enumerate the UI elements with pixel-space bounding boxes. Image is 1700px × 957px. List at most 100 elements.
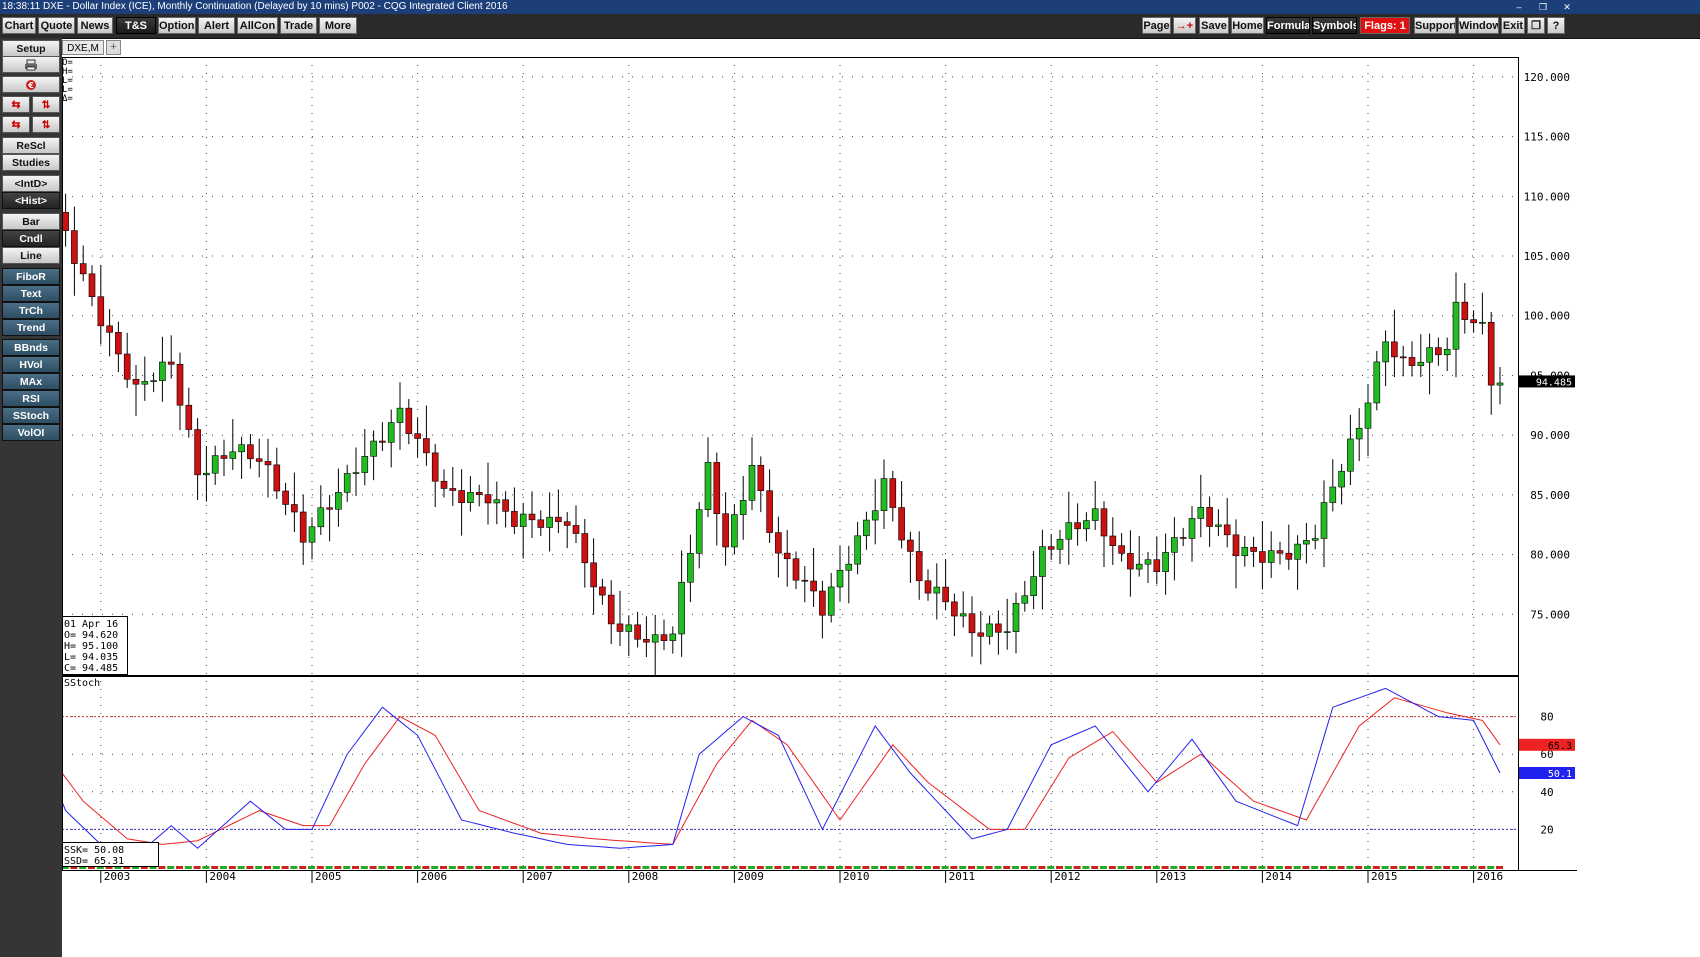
candle-body (379, 440, 386, 443)
symbols-button[interactable]: Symbols (1312, 17, 1357, 34)
month-marker (677, 866, 685, 869)
candle-body (792, 558, 800, 581)
candle-body (713, 462, 721, 515)
zoom-horizontal-icon[interactable]: ⇆ (2, 116, 30, 133)
month-marker (1478, 866, 1486, 869)
options-button[interactable]: Options (158, 17, 196, 34)
month-marker (660, 866, 667, 869)
close-icon[interactable]: ✕ (1560, 1, 1574, 13)
candle-body (458, 490, 465, 503)
candle-body (1311, 538, 1319, 541)
candle-body (819, 590, 826, 616)
save-button[interactable]: Save (1199, 17, 1229, 34)
chart-tab[interactable]: DXE,M (62, 40, 104, 55)
month-marker (220, 866, 227, 869)
zoom-vertical-icon[interactable]: ⇅ (32, 116, 60, 133)
page-add-icon[interactable]: →+ (1173, 17, 1196, 34)
historical-volatility-button[interactable]: HVol (2, 356, 60, 373)
alert-button[interactable]: Alert (198, 17, 235, 34)
month-marker (695, 866, 703, 869)
year-tick-label: 2005 (315, 870, 342, 883)
candle-body (775, 532, 782, 554)
price-chart[interactable]: 75.00080.00085.00090.00095.000100.000105… (62, 57, 1577, 883)
month-marker (158, 866, 166, 869)
month-marker (360, 866, 368, 869)
restore-layout-icon[interactable]: ❐ (1527, 17, 1545, 34)
chart-button[interactable]: Chart (2, 17, 36, 34)
candle-body (1206, 507, 1213, 527)
restore-icon[interactable]: ❐ (1536, 1, 1550, 13)
candle-body (1479, 321, 1486, 324)
line-type-button[interactable]: Line (2, 247, 60, 264)
month-marker (404, 866, 412, 869)
month-marker (563, 866, 571, 869)
info-low: L= 94.035 (64, 652, 118, 663)
month-marker (906, 866, 914, 869)
candle-body (1127, 553, 1134, 570)
ssk-last-value: 50.1 (1548, 769, 1572, 780)
rescale-button[interactable]: ReScl (2, 137, 60, 154)
candle-body (1109, 535, 1117, 546)
candle-body (660, 634, 668, 641)
volume-oi-button[interactable]: VolOI (2, 424, 60, 441)
month-marker (1372, 866, 1380, 869)
trade-button[interactable]: Trade (280, 17, 317, 34)
rsi-button[interactable]: RSI (2, 390, 60, 407)
support-button[interactable]: Support (1414, 17, 1456, 34)
window-title-bar: 18:38:11 DXE - Dollar Index (ICE), Month… (0, 0, 1700, 14)
month-marker (272, 866, 280, 869)
month-marker (545, 866, 553, 869)
candle-body (1435, 347, 1442, 356)
chart-sidebar: Setup € ⇆ ⇅ ⇆ ⇅ ReScl Studies <IntD> <Hi… (0, 38, 62, 957)
setup-button[interactable]: Setup (2, 40, 60, 57)
formula-button[interactable]: Formula (1266, 17, 1310, 34)
minimize-icon[interactable]: – (1512, 1, 1526, 13)
studies-button[interactable]: Studies (2, 154, 60, 171)
bar-type-button[interactable]: Bar (2, 213, 60, 230)
home-button[interactable]: Home (1231, 17, 1264, 34)
trend-channel-button[interactable]: TrCh (2, 302, 60, 319)
text-tool-button[interactable]: Text (2, 285, 60, 302)
moving-average-button[interactable]: MAx (2, 373, 60, 390)
month-marker (1302, 866, 1310, 869)
add-tab-icon[interactable]: + (106, 40, 121, 55)
month-marker (616, 866, 623, 869)
trend-line-button[interactable]: Trend (2, 319, 60, 336)
month-marker (1355, 866, 1363, 869)
quote-button[interactable]: Quote (38, 17, 75, 34)
month-marker (1117, 866, 1125, 869)
month-marker (1205, 866, 1213, 869)
indicator-label: SStoch (64, 678, 100, 689)
bollinger-bands-button[interactable]: BBnds (2, 339, 60, 356)
scroll-left-icon[interactable]: ⇆ (2, 96, 30, 113)
intraday-button[interactable]: <IntD> (2, 175, 60, 192)
month-marker (1144, 866, 1151, 869)
exit-button[interactable]: Exit (1501, 17, 1525, 34)
month-marker (1240, 866, 1248, 869)
candle-body (968, 613, 976, 634)
time-and-sales-button[interactable]: T&S (116, 17, 156, 34)
scroll-up-icon[interactable]: ⇅ (32, 96, 60, 113)
allcon-button[interactable]: AllCon (237, 17, 278, 34)
candle-body (203, 472, 210, 476)
candle-body (1382, 341, 1389, 363)
candle-body (977, 632, 985, 637)
fibonacci-button[interactable]: FiboR (2, 268, 60, 285)
help-icon[interactable]: ? (1547, 17, 1565, 34)
candle-body (1135, 563, 1143, 570)
info-date: 01 Apr 16 (64, 619, 118, 630)
candle-body (634, 624, 641, 640)
window-button[interactable]: Window (1458, 17, 1499, 34)
more-button[interactable]: More (319, 17, 357, 34)
news-button[interactable]: News (77, 17, 113, 34)
candle-body (907, 539, 914, 552)
historical-button[interactable]: <Hist> (2, 192, 60, 209)
currency-icon[interactable]: € (2, 76, 60, 93)
printer-icon[interactable] (2, 56, 60, 73)
month-marker (994, 866, 1002, 869)
candle-type-button[interactable]: Cndl (2, 230, 60, 247)
candle-body (291, 504, 298, 513)
page-button[interactable]: Page (1142, 17, 1171, 34)
flags-button[interactable]: Flags: 1 (1360, 17, 1410, 34)
slow-stochastic-button[interactable]: SStoch (2, 407, 60, 424)
